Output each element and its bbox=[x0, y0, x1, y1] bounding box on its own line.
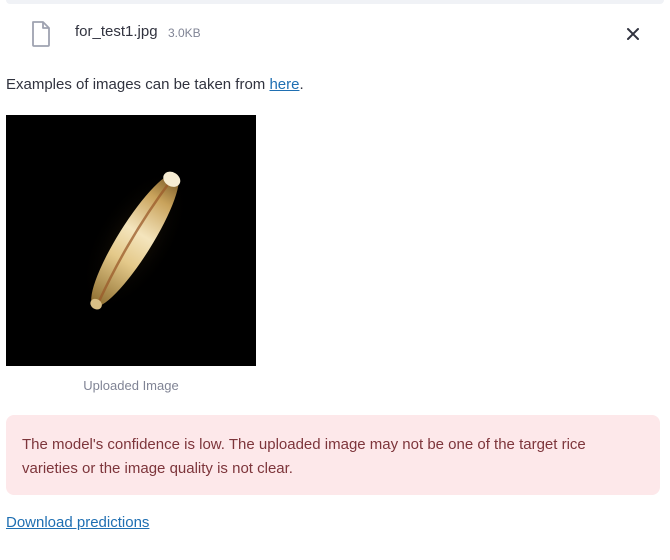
image-caption: Uploaded Image bbox=[83, 378, 179, 393]
examples-suffix: . bbox=[299, 76, 304, 93]
file-name: for_test1.jpg bbox=[75, 23, 158, 40]
uploaded-image bbox=[6, 115, 256, 366]
close-icon[interactable] bbox=[621, 22, 645, 46]
file-size: 3.0KB bbox=[168, 26, 201, 40]
page: for_test1.jpg 3.0KB Examples of images c… bbox=[0, 0, 670, 560]
file-uploader-dropzone-edge bbox=[6, 0, 664, 4]
examples-note: Examples of images can be taken from her… bbox=[6, 76, 304, 93]
download-predictions-link[interactable]: Download predictions bbox=[6, 514, 149, 531]
examples-link[interactable]: here bbox=[269, 76, 299, 93]
low-confidence-alert: The model's confidence is low. The uploa… bbox=[6, 415, 660, 495]
alert-message: The model's confidence is low. The uploa… bbox=[22, 436, 586, 477]
examples-prefix: Examples of images can be taken from bbox=[6, 76, 270, 93]
uploaded-file-row: for_test1.jpg 3.0KB bbox=[0, 14, 660, 52]
file-icon bbox=[29, 20, 53, 48]
